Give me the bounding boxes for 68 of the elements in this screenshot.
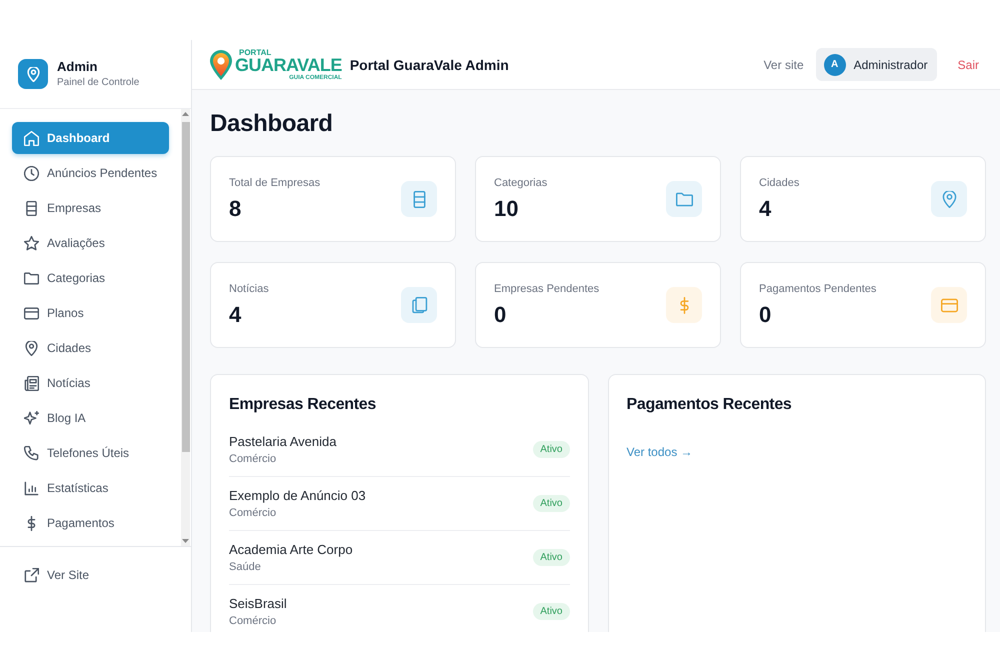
view-all-link[interactable]: Ver todos → (626, 445, 693, 459)
stat-value: 4 (229, 302, 242, 328)
map-pin-icon (18, 59, 48, 89)
sidebar-item[interactable]: Categorias (12, 262, 170, 294)
stat-label: Notícias (229, 282, 269, 296)
scroll-up-icon[interactable] (182, 112, 190, 116)
stat-label: Categorias (494, 176, 548, 190)
stat-value: 0 (494, 302, 508, 328)
sidebar-item[interactable]: Notícias (12, 367, 170, 399)
company-category: Comércio (229, 452, 278, 466)
sidebar-item[interactable]: Telefones Úteis (12, 437, 170, 469)
logo-caption: PORTAL (239, 48, 272, 56)
sparkle-icon (24, 410, 39, 426)
company-category: Comércio (229, 614, 278, 628)
external-link-icon (24, 568, 39, 582)
company-category: Comércio (229, 506, 278, 520)
stat-value: 4 (759, 196, 772, 222)
stat-label: Cidades (759, 176, 800, 190)
stat-value: 10 (494, 196, 520, 222)
sidebar-item[interactable]: Avaliações (12, 227, 170, 259)
company-name: Academia Arte Corpo (229, 541, 353, 558)
app-title: Portal GuaraVale Admin (350, 56, 509, 72)
status-badge: Ativo (533, 441, 570, 458)
company-name: SeisBrasil (229, 595, 287, 612)
page-title: Dashboard (210, 109, 333, 139)
scrollbar-thumb[interactable] (182, 122, 190, 452)
folder-icon (24, 270, 39, 286)
sidebar-item[interactable]: Anúncios Pendentes (12, 157, 170, 189)
bar-chart-icon (24, 480, 39, 496)
avatar: A (824, 54, 846, 76)
newspaper-icon (24, 376, 39, 390)
status-badge: Ativo (533, 549, 570, 566)
sidebar-item[interactable]: Cidades (12, 332, 170, 364)
stat-label: Total de Empresas (229, 176, 320, 190)
card-icon (24, 306, 39, 320)
sidebar-link[interactable]: Ver Site (12, 559, 167, 591)
sidebar-item[interactable]: Blog IA (12, 402, 170, 434)
stat-value: 0 (759, 302, 772, 328)
scrollbar[interactable] (181, 109, 190, 546)
brand-subtitle: Painel de Controle (57, 76, 140, 89)
home-icon (24, 130, 39, 146)
logout-link[interactable]: Sair (958, 58, 979, 72)
company-name: Exemplo de Anúncio 03 (229, 487, 366, 504)
phone-icon (24, 446, 39, 460)
stat-label: Pagamentos Pendentes (759, 282, 876, 296)
sidebar-item[interactable]: Pagamentos (12, 507, 170, 539)
star-icon (24, 236, 39, 250)
status-badge: Ativo (533, 603, 570, 620)
building-icon (24, 200, 39, 216)
clock-icon (24, 166, 39, 180)
sidebar-item[interactable]: Empresas (12, 192, 170, 224)
stat-label: Empresas Pendentes (494, 282, 600, 296)
scroll-down-icon[interactable] (182, 539, 190, 543)
status-badge: Ativo (533, 495, 570, 512)
sidebar-item[interactable]: Planos (12, 297, 170, 329)
user-menu-button[interactable]: A Administrador (816, 48, 937, 81)
panel-title: Empresas Recentes (229, 395, 376, 415)
brand-title: Admin (57, 59, 98, 75)
site-link[interactable]: Ver site (764, 58, 804, 72)
logo-wordmark: GUARAVALE (235, 56, 342, 74)
company-name: Pastelaria Avenida (229, 433, 336, 450)
company-category: Saúde (229, 560, 262, 574)
panel-title: Pagamentos Recentes (626, 395, 792, 415)
logo-pin-icon (209, 48, 233, 80)
sidebar-item[interactable]: Dashboard (12, 122, 170, 154)
map-pin-icon (24, 340, 39, 356)
sidebar-item[interactable]: Estatísticas (12, 472, 170, 504)
stat-value: 8 (229, 196, 242, 222)
